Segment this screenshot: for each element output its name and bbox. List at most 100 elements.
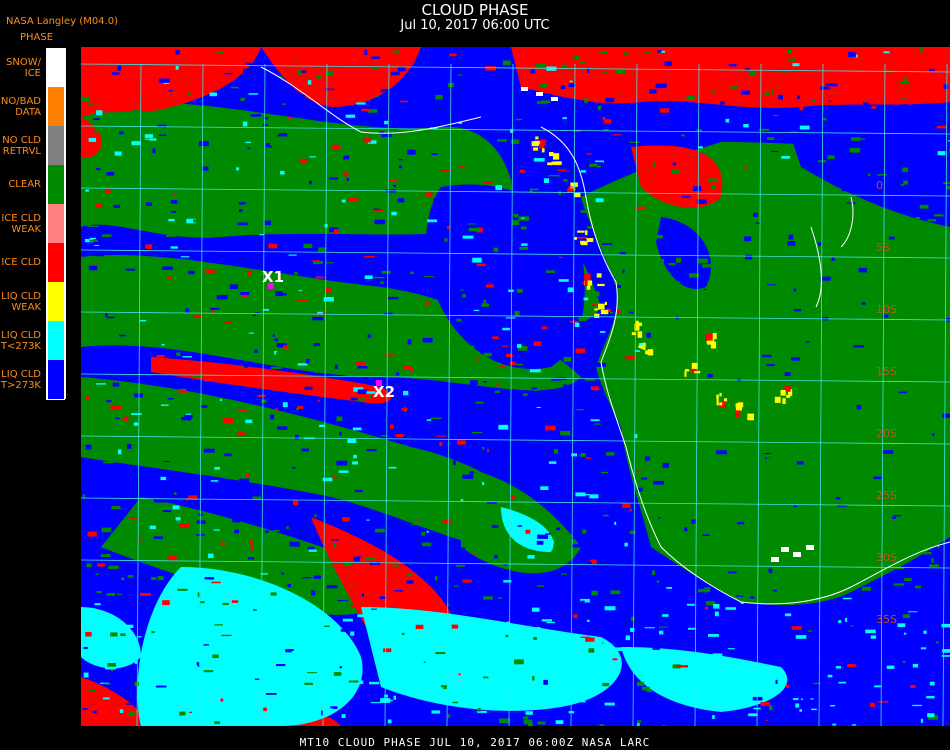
- speckle: [471, 432, 483, 434]
- speckle: [586, 178, 592, 183]
- speckle: [152, 148, 156, 154]
- speckle: [406, 573, 412, 577]
- speckle: [387, 296, 399, 300]
- speckle: [764, 92, 770, 96]
- speckle: [760, 702, 770, 706]
- speckle: [95, 524, 99, 529]
- speckle: [811, 708, 817, 711]
- speckle: [168, 90, 173, 92]
- weak-liquid-speckle: [573, 192, 581, 198]
- speckle: [255, 500, 266, 505]
- speckle: [771, 90, 774, 94]
- speckle: [496, 394, 503, 398]
- speckle: [252, 314, 256, 317]
- speckle: [571, 544, 582, 548]
- speckle: [629, 311, 634, 314]
- speckle: [269, 142, 278, 146]
- speckle: [339, 666, 342, 669]
- speckle: [941, 623, 950, 628]
- speckle: [502, 60, 511, 66]
- speckle: [255, 604, 262, 609]
- speckle: [326, 585, 338, 589]
- speckle: [431, 710, 441, 714]
- speckle: [462, 474, 474, 479]
- speckle: [151, 577, 157, 581]
- speckle: [801, 276, 812, 278]
- speckle: [457, 440, 466, 445]
- speckle: [414, 518, 420, 521]
- speckle: [457, 74, 463, 76]
- speckle: [245, 62, 252, 66]
- speckle: [734, 305, 744, 309]
- speckle: [366, 449, 377, 452]
- speckle: [744, 425, 754, 430]
- speckle: [371, 56, 381, 59]
- speckle: [185, 526, 188, 529]
- speckle: [223, 72, 233, 75]
- speckle: [855, 54, 858, 58]
- speckle: [738, 571, 749, 575]
- speckle: [764, 392, 775, 397]
- speckle: [585, 457, 592, 459]
- speckle: [784, 372, 791, 376]
- speckle: [232, 517, 241, 523]
- speckle: [520, 652, 527, 654]
- speckle: [210, 307, 220, 310]
- speckle: [505, 317, 516, 319]
- weak-liquid-speckle: [580, 240, 586, 245]
- speckle: [435, 652, 446, 655]
- speckle: [553, 70, 557, 74]
- speckle: [180, 256, 190, 258]
- speckle: [454, 585, 459, 587]
- speckle: [802, 242, 812, 248]
- speckle: [722, 558, 731, 563]
- speckle: [695, 584, 704, 588]
- legend-label: CLEAR: [0, 179, 41, 190]
- speckle: [655, 83, 667, 89]
- speckle: [227, 672, 236, 678]
- speckle: [106, 399, 112, 403]
- speckle: [150, 129, 157, 134]
- speckle: [271, 366, 282, 370]
- speckle: [548, 175, 560, 177]
- speckle: [637, 720, 642, 723]
- speckle: [657, 517, 661, 519]
- speckle: [230, 325, 237, 328]
- speckle: [336, 416, 343, 422]
- speckle: [397, 66, 406, 72]
- speckle: [772, 589, 777, 592]
- satellite-map[interactable]: 0 5S 10S 15S 20S 25S 30S 35S X1 X2: [81, 47, 950, 726]
- speckle: [781, 156, 790, 159]
- speckle: [676, 257, 682, 263]
- speckle: [873, 476, 882, 480]
- speckle: [125, 502, 130, 505]
- speckle: [755, 222, 761, 224]
- speckle: [312, 316, 324, 321]
- weak-liquid-speckle: [553, 153, 560, 160]
- speckle: [883, 51, 890, 54]
- speckle: [770, 177, 779, 180]
- speckle: [891, 413, 898, 417]
- speckle: [940, 519, 947, 524]
- speckle: [398, 165, 402, 169]
- speckle: [200, 405, 208, 408]
- speckle: [897, 448, 906, 453]
- speckle: [709, 323, 719, 326]
- speckle: [380, 370, 384, 376]
- speckle: [496, 243, 505, 247]
- speckle: [873, 391, 882, 396]
- speckle: [237, 647, 242, 650]
- speckle: [131, 141, 142, 146]
- speckle: [170, 200, 178, 204]
- speckle: [863, 497, 868, 502]
- speckle: [923, 630, 927, 634]
- speckle: [619, 372, 629, 376]
- speckle: [140, 143, 150, 146]
- footer-caption: MT10 CLOUD PHASE JUL 10, 2017 06:00Z NAS…: [299, 736, 651, 749]
- speckle: [516, 288, 523, 293]
- speckle: [523, 277, 535, 282]
- speckle: [392, 564, 399, 567]
- speckle: [205, 270, 215, 274]
- speckle: [431, 153, 438, 155]
- speckle: [735, 595, 744, 597]
